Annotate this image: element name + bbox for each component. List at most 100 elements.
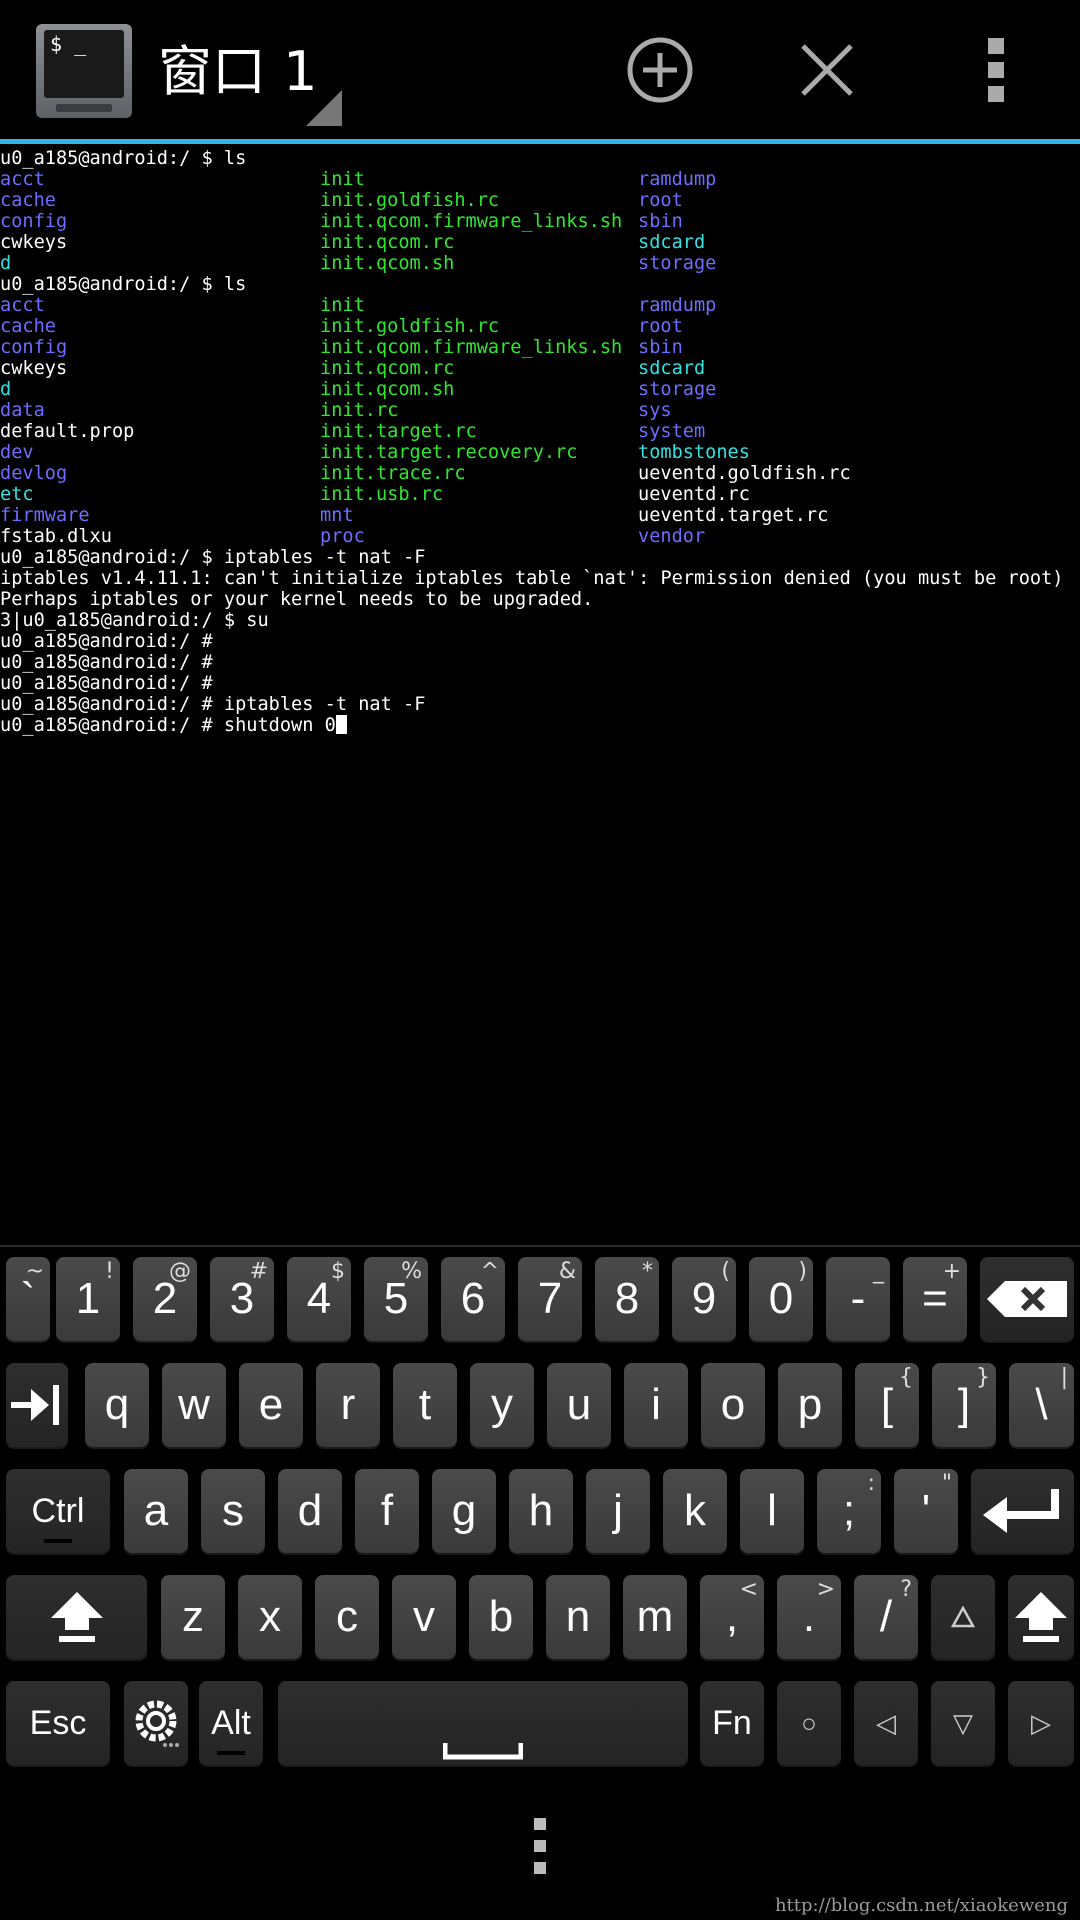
key-h[interactable]: h [509,1469,573,1553]
key-d[interactable]: d [278,1469,342,1553]
key-arrow-down[interactable]: ▽ [931,1681,995,1765]
key-backspace[interactable] [980,1257,1074,1341]
key-u[interactable]: u [547,1363,611,1447]
space-icon [443,1741,523,1761]
key-4[interactable]: 4 $ [287,1257,351,1341]
key-l[interactable]: l [740,1469,804,1553]
ls-entry: ramdump [638,169,717,190]
key-9[interactable]: 9( [672,1257,736,1341]
key-shift-right[interactable] [1008,1575,1074,1659]
key-7[interactable]: 7 & [518,1257,582,1341]
key-r[interactable]: r [316,1363,380,1447]
ls-entry: root [638,316,683,337]
terminal-keyboard: ` ~1! 2 @3 #4 $5% 6 ^ 7 & 8 * 9(0) - _ = + q w e r t y u i o p[{]}… [0,1245,1080,1775]
key-s[interactable]: s [201,1469,265,1553]
key-c[interactable]: c [315,1575,379,1659]
key-8[interactable]: 8 * [595,1257,659,1341]
key-secondary-label: ^ [480,1259,499,1284]
key-label: a [143,1486,169,1535]
key-5[interactable]: 5% [364,1257,428,1341]
key-n[interactable]: n [546,1575,610,1659]
terminal-line: u0_a185@android:/ # iptables -t nat -F [0,694,1080,715]
key-home[interactable]: ○ [777,1681,841,1765]
key-backslash[interactable]: \ | [1009,1363,1074,1447]
key-comma[interactable]: , < [700,1575,764,1659]
key-equals[interactable]: = + [903,1257,967,1341]
key-alt[interactable]: Alt [199,1681,263,1765]
key-label: ○ [801,1707,817,1738]
key-arrow-right[interactable]: ▷ [1008,1681,1074,1765]
terminal-line: iptables v1.4.11.1: can't initialize ipt… [0,568,1080,589]
key-shift-left[interactable] [6,1575,147,1659]
key-a[interactable]: a [124,1469,188,1553]
key-enter[interactable] [971,1469,1074,1553]
key-esc[interactable]: Esc [6,1681,110,1765]
key-secondary-label: & [558,1259,576,1284]
ls-entry: dev [0,442,34,463]
key-tab[interactable] [6,1363,68,1447]
terminal-line: u0_a185@android:/ # [0,652,1080,673]
key-e[interactable]: e [239,1363,303,1447]
terminal-line: d init.qcom.sh storage [0,253,1080,274]
ls-entry: sdcard [638,232,706,253]
keyboard-row: Ctrl a s d f g h j k l;: ' " [0,1469,1080,1559]
key-f[interactable]: f [355,1469,419,1553]
key-z[interactable]: z [161,1575,225,1659]
key-label: ' [921,1486,931,1535]
key-p[interactable]: p [778,1363,842,1447]
key-period[interactable]: . > [777,1575,841,1659]
close-window-button[interactable] [767,20,887,120]
terminal-output[interactable]: u0_a185@android:/ $ ls acct init ramdump cac… [0,148,1080,1238]
key-ctrl[interactable]: Ctrl [6,1469,110,1553]
key-label: w [178,1380,210,1429]
overflow-menu-button[interactable] [936,20,1056,120]
key-label: g [451,1486,477,1535]
key-quote[interactable]: ' " [894,1469,958,1553]
key-backtick[interactable]: ` ~ [6,1257,50,1341]
key-label: ; [842,1486,856,1535]
key-x[interactable]: x [238,1575,302,1659]
key-t[interactable]: t [393,1363,457,1447]
window-spinner-indicator[interactable] [306,90,342,126]
key-label: c [336,1592,358,1641]
terminal-line: cache init.goldfish.rc root [0,190,1080,211]
key-w[interactable]: w [162,1363,226,1447]
key-i[interactable]: i [624,1363,688,1447]
key-6[interactable]: 6 ^ [441,1257,505,1341]
key-2[interactable]: 2 @ [133,1257,197,1341]
new-window-button[interactable] [600,20,720,120]
key-arrow-left[interactable]: ◁ [854,1681,918,1765]
key-fn[interactable]: Fn [700,1681,764,1765]
menu-dots-icon[interactable] [530,1818,550,1882]
key-k[interactable]: k [663,1469,727,1553]
key-minus[interactable]: - _ [826,1257,890,1341]
key-g[interactable]: g [432,1469,496,1553]
key-slash[interactable]: /? [854,1575,918,1659]
terminal-app-icon[interactable]: $ _ [36,24,132,118]
key-m[interactable]: m [623,1575,687,1659]
key-label: o [720,1380,746,1429]
key-arrow-up[interactable] [931,1575,995,1659]
keyboard-row: ` ~1! 2 @3 #4 $5% 6 ^ 7 & 8 * 9(0) - _ = + [0,1257,1080,1347]
ls-entry: ueventd.rc [638,484,750,505]
key-0[interactable]: 0) [749,1257,813,1341]
terminal-text: iptables v1.4.11.1: can't initialize ipt… [0,568,1064,589]
key-settings[interactable] [124,1681,188,1765]
key-1[interactable]: 1! [56,1257,120,1341]
key-space[interactable] [278,1681,688,1765]
key-lbracket[interactable]: [{ [855,1363,919,1447]
key-o[interactable]: o [701,1363,765,1447]
key-v[interactable]: v [392,1575,456,1659]
key-label: 1 [75,1274,101,1323]
ls-entry: data [0,400,45,421]
settings-icon [131,1695,181,1751]
window-title[interactable]: 窗口 1 [158,36,318,108]
key-y[interactable]: y [470,1363,534,1447]
key-rbracket[interactable]: ]} [932,1363,996,1447]
key-b[interactable]: b [469,1575,533,1659]
key-3[interactable]: 3 # [210,1257,274,1341]
key-q[interactable]: q [85,1363,149,1447]
key-label: x [259,1592,281,1641]
key-semicolon[interactable]: ;: [817,1469,881,1553]
key-j[interactable]: j [586,1469,650,1553]
